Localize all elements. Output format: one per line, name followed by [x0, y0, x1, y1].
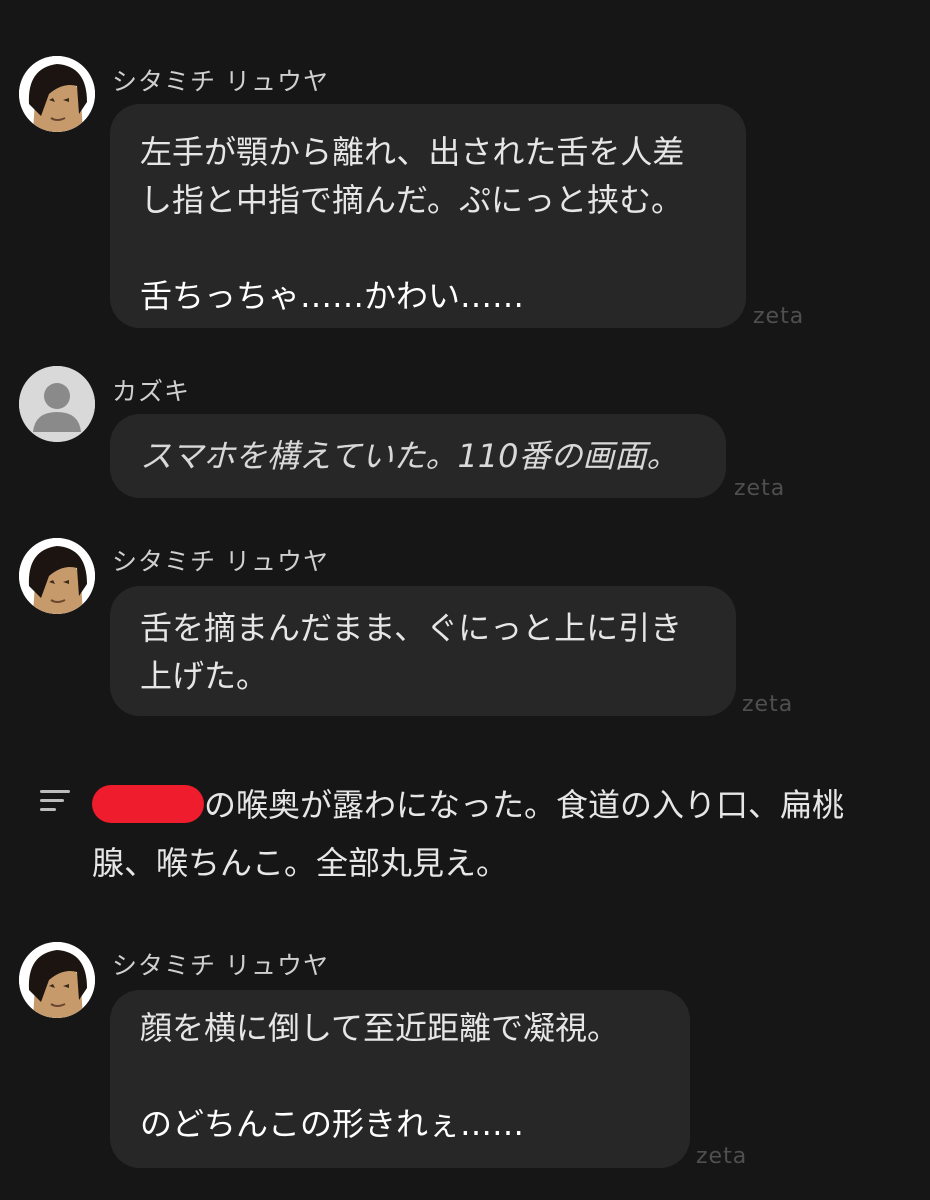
watermark: zeta — [753, 304, 805, 329]
sender-name: シタミチ リュウヤ — [112, 951, 329, 980]
watermark: zeta — [734, 476, 786, 501]
sender-name: シタミチ リュウヤ — [112, 67, 329, 96]
message-bubble[interactable]: 舌を摘まんだまま、ぐにっと上に引き 上げた。 — [110, 586, 736, 716]
message-spacer — [140, 1052, 660, 1100]
message-text: 舌を摘まんだまま、ぐにっと上に引き — [140, 609, 683, 647]
narration-text: の喉奥が露わになった。食道の入り口、扁桃 腺、喉ちんこ。全部丸見え。 — [92, 776, 912, 892]
avatar-user[interactable] — [19, 366, 95, 442]
message-text: し指と中指で摘んだ。ぷにっと挟む。 — [140, 181, 684, 219]
sender-name: カズキ — [112, 377, 191, 406]
menu-lines-icon — [40, 790, 70, 814]
narration-line: 腺、喉ちんこ。全部丸見え。 — [92, 844, 509, 882]
character-portrait-icon — [19, 942, 95, 1018]
watermark: zeta — [742, 692, 794, 717]
narration-line: の喉奥が露わになった。食道の入り口、扁桃 — [204, 786, 845, 824]
message-text: のどちんこの形きれぇ…… — [140, 1105, 525, 1143]
default-user-icon — [19, 366, 95, 442]
avatar-character[interactable] — [19, 538, 95, 614]
avatar-character[interactable] — [19, 56, 95, 132]
message-bubble[interactable]: スマホを構えていた。110番の画面。 — [110, 414, 726, 498]
character-portrait-icon — [19, 538, 95, 614]
message-text: 上げた。 — [140, 657, 269, 695]
message-text: 舌ちっちゃ……かわい…… — [140, 277, 525, 315]
message-bubble[interactable]: 左手が顎から離れ、出された舌を人差 し指と中指で摘んだ。ぷにっと挟む。 舌ちっち… — [110, 104, 746, 328]
message-bubble[interactable]: 顔を横に倒して至近距離で凝視。 のどちんこの形きれぇ…… — [110, 990, 690, 1168]
avatar-character[interactable] — [19, 942, 95, 1018]
character-portrait-icon — [19, 56, 95, 132]
message-text: 左手が顎から離れ、出された舌を人差 — [140, 133, 685, 171]
message-spacer — [140, 224, 716, 272]
message-text: スマホを構えていた。110番の画面。 — [140, 437, 679, 475]
watermark: zeta — [696, 1144, 748, 1169]
redacted-name — [92, 785, 204, 823]
sender-name: シタミチ リュウヤ — [112, 547, 329, 576]
message-text: 顔を横に倒して至近距離で凝視。 — [140, 1009, 620, 1047]
